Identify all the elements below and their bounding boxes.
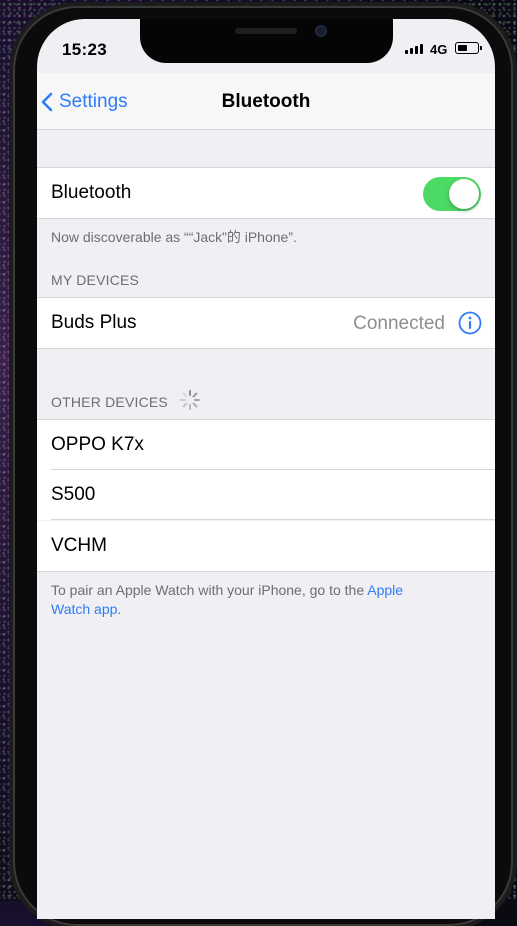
device-name: Buds Plus [51,312,137,333]
battery-icon [455,42,482,54]
other-devices-header: OTHER DEVICES [51,394,168,410]
bluetooth-toggle[interactable] [423,177,481,211]
apple-watch-note: To pair an Apple Watch with your iPhone,… [51,581,471,619]
bluetooth-label: Bluetooth [51,182,132,203]
status-time: 15:23 [62,40,107,59]
apple-watch-link[interactable]: Apple [367,582,403,598]
page-title: Bluetooth [221,91,311,112]
apple-watch-note-end: . [117,601,122,617]
connection-status: Connected [353,313,445,334]
device-name: VCHM [51,535,107,556]
spinner-icon [180,390,200,410]
device-row-s500[interactable]: S500 [37,470,495,520]
network-type: 4G [430,42,448,57]
speaker-grille [235,28,297,34]
device-row-vchm[interactable]: VCHM [37,521,495,572]
bluetooth-toggle-row: Bluetooth [37,167,495,219]
discoverable-note: Now discoverable as ““Jack”的 iPhone”. [51,229,297,245]
notch [140,19,393,63]
info-icon[interactable] [458,311,482,335]
navigation-bar: Settings Bluetooth [37,73,495,130]
apple-watch-app-link[interactable]: Watch app [51,601,117,617]
front-camera [315,25,327,37]
phone-screen: 15:23 4G Settings Bluetooth Bluetooth No… [37,19,495,919]
my-devices-header: MY DEVICES [51,272,140,288]
device-row-buds-plus[interactable]: Buds Plus Connected [37,297,495,349]
apple-watch-note-text: To pair an Apple Watch with your iPhone,… [51,582,368,598]
row-divider [51,519,495,520]
device-name: OPPO K7x [51,434,144,455]
device-name: S500 [51,484,96,505]
device-row-oppo-k7x[interactable]: OPPO K7x [37,419,495,470]
toggle-knob [449,179,479,209]
